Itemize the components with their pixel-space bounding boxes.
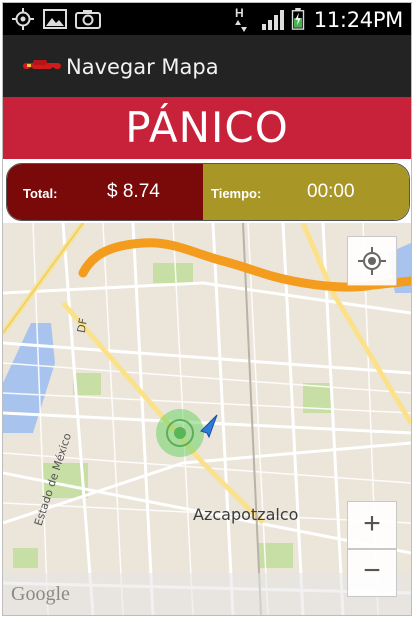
google-logo: Google [11,583,70,605]
map-view[interactable]: Estado de México DF Azcapotzalco Google … [3,223,411,615]
clock: 11:24PM [313,8,404,32]
status-bar: H 11:24PM [3,3,411,35]
time-panel: Tiempo: 00:00 [203,164,409,220]
user-location-dot [174,427,186,439]
phone-screen: H 11:24PM Navegar Mapa PÁNICO Total: $ 8… [2,2,412,616]
place-label: Azcapotzalco [193,505,299,524]
image-icon [43,9,67,29]
zoom-out-button[interactable]: − [347,549,397,597]
trip-info-pill: Total: $ 8.74 Tiempo: 00:00 [6,163,410,221]
camera-icon [75,10,101,29]
car-icon[interactable] [21,58,63,74]
trip-info-bar: Total: $ 8.74 Tiempo: 00:00 [3,159,411,223]
page-title: Navegar Mapa [66,55,219,79]
action-bar: Navegar Mapa [3,35,411,97]
crosshair-icon [358,247,386,275]
signal-bars-icon [262,10,284,30]
fare-panel: Total: $ 8.74 [7,164,203,220]
time-label: Tiempo: [211,186,262,201]
my-location-button[interactable] [347,236,397,286]
total-value: $ 8.74 [107,181,160,202]
park-area [153,263,193,283]
time-value: 00:00 [307,181,355,202]
panic-button[interactable]: PÁNICO [3,97,411,159]
street-label: DF [74,317,91,334]
total-label: Total: [23,186,58,201]
park-area [13,548,38,568]
park-area [258,543,293,568]
network-type-label: H [235,6,244,20]
battery-charging-icon [291,8,305,30]
zoom-in-button[interactable]: + [347,501,397,549]
data-arrows-icon [235,20,247,32]
gps-icon [12,8,34,30]
